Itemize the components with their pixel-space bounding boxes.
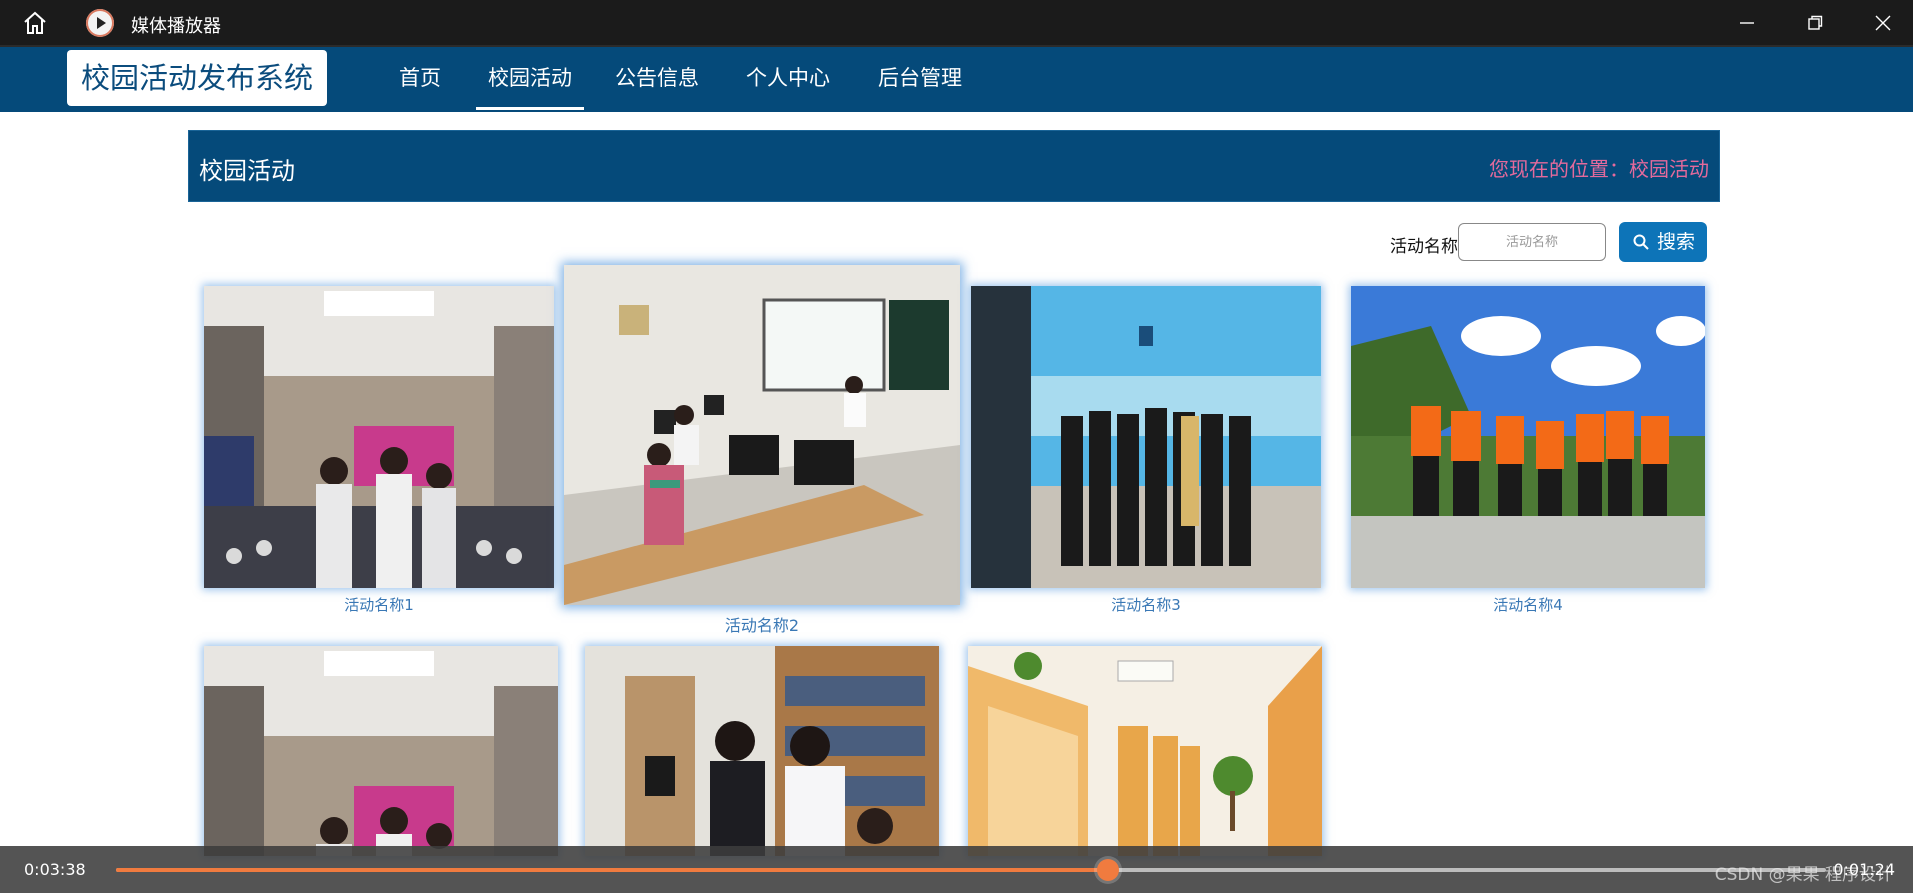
activity-image[interactable] bbox=[1351, 286, 1705, 588]
search-label: 活动名称 bbox=[1390, 237, 1458, 257]
media-player-controls: 0:03:38 CSDN @果果 程序设计 0:01:24 bbox=[0, 846, 1913, 893]
nav-admin[interactable]: 后台管理 bbox=[878, 47, 962, 110]
search-button-label: 搜索 bbox=[1657, 231, 1696, 253]
activity-image[interactable] bbox=[971, 286, 1321, 588]
search-button[interactable]: 搜索 bbox=[1619, 222, 1707, 262]
minimize-button[interactable] bbox=[1713, 0, 1781, 45]
activity-name[interactable]: 活动名称3 bbox=[971, 594, 1321, 615]
activity-name[interactable]: 活动名称1 bbox=[204, 594, 554, 615]
activity-card[interactable] bbox=[204, 646, 558, 856]
minimize-icon bbox=[1740, 22, 1754, 24]
window-title: 媒体播放器 bbox=[131, 16, 221, 37]
home-icon[interactable] bbox=[22, 10, 48, 36]
activity-card[interactable]: 活动名称2 bbox=[564, 265, 960, 637]
activity-image[interactable] bbox=[564, 265, 960, 605]
activity-name[interactable]: 活动名称2 bbox=[564, 612, 960, 636]
remaining-time: 0:01:24 bbox=[1833, 860, 1895, 879]
activity-card[interactable]: 活动名称4 bbox=[1351, 286, 1705, 616]
close-icon bbox=[1875, 15, 1891, 31]
nav-home[interactable]: 首页 bbox=[399, 47, 441, 110]
search-icon bbox=[1633, 234, 1649, 250]
activity-image[interactable] bbox=[585, 646, 939, 856]
activity-card[interactable]: 活动名称3 bbox=[971, 286, 1321, 616]
maximize-button[interactable] bbox=[1781, 0, 1849, 45]
seek-bar-thumb[interactable] bbox=[1096, 859, 1119, 881]
activity-card[interactable]: 活动名称1 bbox=[204, 286, 554, 616]
close-button[interactable] bbox=[1849, 0, 1913, 45]
activity-name[interactable]: 活动名称4 bbox=[1351, 594, 1705, 615]
nav-announcements[interactable]: 公告信息 bbox=[615, 47, 699, 110]
media-player-icon bbox=[86, 9, 114, 37]
section-title: 校园活动 bbox=[199, 157, 295, 185]
window-title-bar: 媒体播放器 bbox=[0, 0, 1913, 45]
section-header: 校园活动 您现在的位置：校园活动 bbox=[188, 130, 1720, 202]
breadcrumb-location: 您现在的位置：校园活动 bbox=[1489, 157, 1709, 181]
site-navbar: 校园活动发布系统 首页 校园活动 公告信息 个人中心 后台管理 bbox=[0, 45, 1913, 112]
nav-campus-activities[interactable]: 校园活动 bbox=[476, 47, 584, 110]
nav-personal-center[interactable]: 个人中心 bbox=[746, 47, 830, 110]
seek-bar-progress bbox=[116, 868, 1108, 872]
elapsed-time: 0:03:38 bbox=[24, 860, 86, 879]
seek-bar[interactable] bbox=[116, 859, 1826, 881]
activity-name-input[interactable] bbox=[1458, 223, 1606, 261]
activity-card[interactable] bbox=[585, 646, 939, 856]
site-logo[interactable]: 校园活动发布系统 bbox=[67, 50, 327, 106]
activity-card[interactable] bbox=[968, 646, 1322, 856]
activity-image[interactable] bbox=[204, 286, 554, 588]
activity-image[interactable] bbox=[204, 646, 558, 856]
maximize-icon bbox=[1808, 15, 1823, 30]
activity-image[interactable] bbox=[968, 646, 1322, 856]
